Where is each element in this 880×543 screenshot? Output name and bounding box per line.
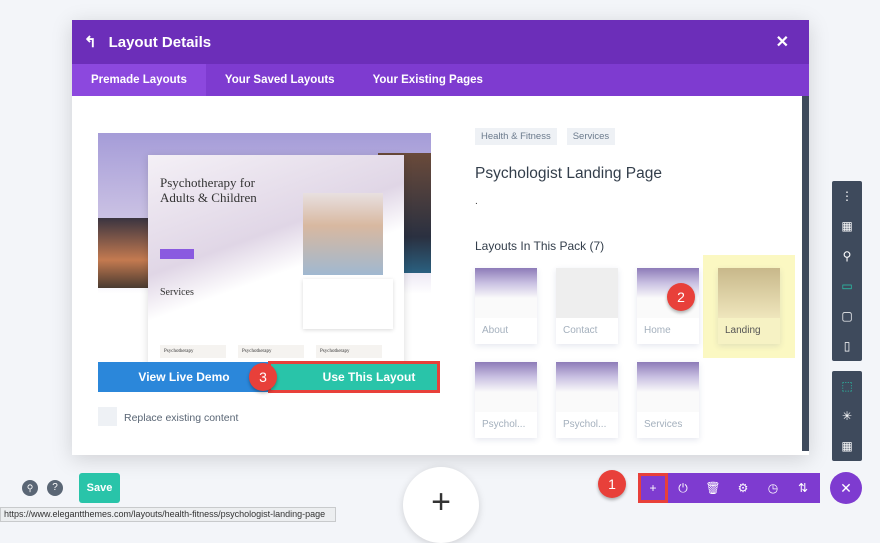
pack-item-psychol-2[interactable]: Psychol...: [556, 362, 618, 438]
select-icon[interactable]: ⬚: [841, 371, 852, 401]
tag-services[interactable]: Services: [566, 128, 616, 145]
add-icon[interactable]: +: [638, 473, 668, 503]
history-icon[interactable]: ◷: [758, 473, 788, 503]
modal-header: ↰ Layout Details ✕: [72, 20, 809, 64]
replace-content-checkbox[interactable]: [98, 407, 117, 426]
layout-title: Psychologist Landing Page: [475, 165, 662, 182]
sort-icon[interactable]: ⇅: [788, 473, 818, 503]
click-mode-icon[interactable]: ✳: [842, 401, 852, 431]
pack-item-psychol-1[interactable]: Psychol...: [475, 362, 537, 438]
tab-premade-layouts[interactable]: Premade Layouts: [72, 64, 206, 96]
help-icon[interactable]: ?: [47, 480, 63, 496]
pack-item-about[interactable]: About: [475, 268, 537, 344]
page-toolbar: + ⏻ 🗑 ⚙ ◷ ⇅: [638, 473, 820, 503]
back-icon[interactable]: ↰: [84, 33, 97, 51]
view-toolbar: ⋮ ▦ ⚲ ▭ ▢ ▯: [832, 181, 862, 361]
save-button[interactable]: Save: [79, 473, 120, 503]
view-live-demo-button[interactable]: View Live Demo: [98, 362, 270, 392]
zoom-icon[interactable]: ⚲: [843, 241, 852, 271]
scrollbar[interactable]: [802, 96, 809, 451]
layout-details-modal: ↰ Layout Details ✕ Premade Layouts Your …: [72, 20, 809, 455]
layout-preview-image: Psychotherapy for Adults & Children Serv…: [98, 133, 431, 363]
gear-icon[interactable]: ⚙: [728, 473, 758, 503]
phone-icon[interactable]: ▯: [844, 331, 851, 361]
tab-existing-pages[interactable]: Your Existing Pages: [354, 64, 502, 96]
pack-item-contact[interactable]: Contact: [556, 268, 618, 344]
preview-card: Psychotherapy: [160, 345, 226, 358]
mode-toolbar: ⬚ ✳ ▦: [832, 371, 862, 461]
preview-services: Services: [160, 287, 194, 298]
power-icon[interactable]: ⏻: [668, 473, 698, 503]
close-icon[interactable]: ✕: [776, 32, 789, 52]
modal-tabs: Premade Layouts Your Saved Layouts Your …: [72, 64, 809, 96]
grid-icon[interactable]: ▦: [841, 431, 852, 461]
preview-heading: Psychotherapy for Adults & Children: [160, 175, 257, 205]
tag-health-fitness[interactable]: Health & Fitness: [475, 128, 557, 145]
status-url: https://www.elegantthemes.com/layouts/he…: [0, 507, 336, 522]
callout-3: 3: [249, 363, 277, 391]
callout-2: 2: [667, 283, 695, 311]
modal-title: Layout Details: [108, 33, 212, 51]
pack-title: Layouts In This Pack (7): [475, 239, 605, 253]
pack-item-landing[interactable]: Landing: [718, 268, 780, 344]
replace-content-label: Replace existing content: [124, 412, 239, 424]
use-this-layout-button[interactable]: Use This Layout: [268, 361, 440, 393]
layout-description: .: [475, 196, 478, 207]
close-builder-button[interactable]: ✕: [830, 472, 862, 504]
add-section-button[interactable]: +: [403, 467, 479, 543]
callout-1: 1: [598, 470, 626, 498]
tablet-icon[interactable]: ▢: [841, 301, 852, 331]
preview-card: Psychotherapy: [316, 345, 382, 358]
layers-icon[interactable]: ▦: [841, 211, 852, 241]
trash-icon[interactable]: 🗑: [698, 473, 728, 503]
preview-card: Psychotherapy: [238, 345, 304, 358]
pack-item-services[interactable]: Services: [637, 362, 699, 438]
more-icon[interactable]: ⋮: [841, 181, 853, 211]
desktop-icon[interactable]: ▭: [841, 271, 852, 301]
search-icon[interactable]: ⚲: [22, 480, 38, 496]
tab-saved-layouts[interactable]: Your Saved Layouts: [206, 64, 354, 96]
